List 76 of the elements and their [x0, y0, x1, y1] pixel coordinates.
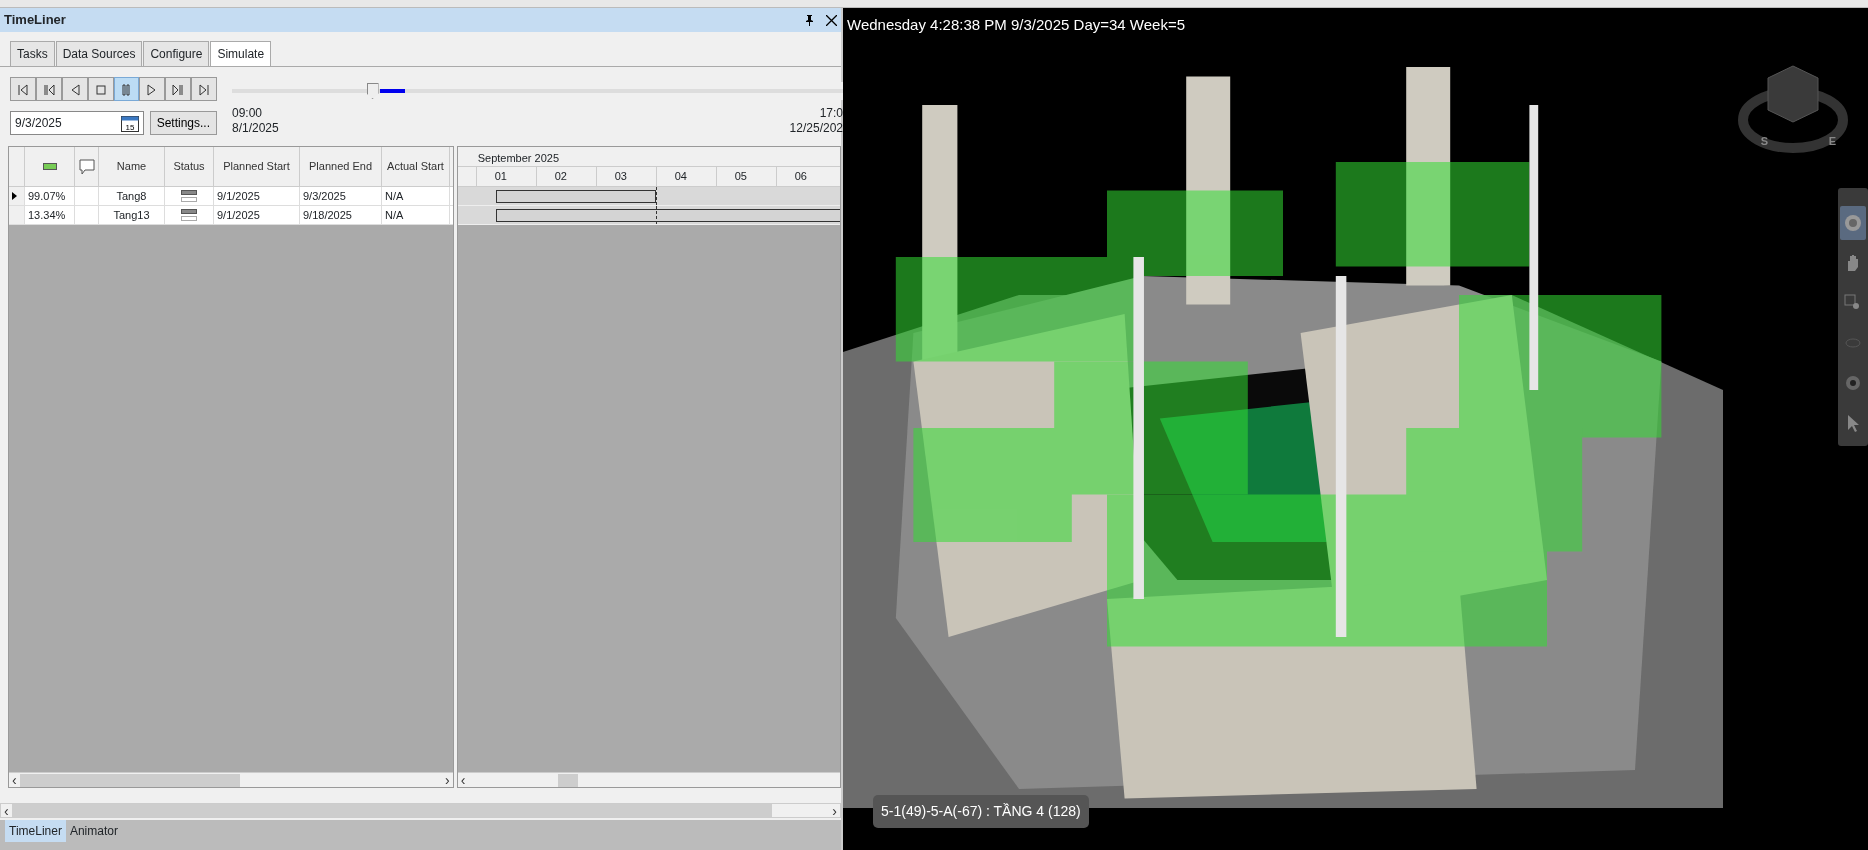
scroll-left-arrow[interactable]: ‹ [457, 773, 469, 787]
simulation-date-overlay: Wednesday 4:28:38 PM 9/3/2025 Day=34 Week=5 [847, 15, 1185, 35]
range-end-time: 17:0 [818, 106, 843, 121]
playback-button[interactable] [113, 77, 140, 101]
scrollbar-thumb[interactable] [19, 773, 240, 787]
progress-cell: 13.34% [25, 206, 75, 224]
skip-to-end-icon [197, 82, 212, 97]
compass-label: E [1828, 134, 1836, 149]
range-start-time: 09:00 [232, 106, 264, 121]
pin-icon[interactable] [805, 14, 814, 26]
column-header[interactable]: Name [99, 147, 165, 186]
eye-icon [1843, 373, 1863, 393]
table-cell: 9/18/2025 [300, 206, 382, 224]
range-end-date: 12/25/202 [789, 121, 843, 136]
scroll-right-arrow[interactable]: › [829, 803, 840, 818]
bottom-tab[interactable]: Animator [65, 820, 122, 842]
current-task-segment [379, 89, 405, 93]
panel-tab[interactable]: Simulate [210, 41, 272, 66]
table-cell: 9/1/2025 [214, 187, 300, 205]
column-header[interactable]: Actual Start [382, 147, 450, 186]
gantt-day-header: 05 [715, 167, 776, 186]
status-icon [181, 209, 197, 221]
stop-icon [93, 82, 108, 97]
steering-wheel-icon [1843, 213, 1863, 233]
playback-button[interactable] [87, 77, 114, 101]
table-cell: Tang13 [99, 206, 165, 224]
navigation-tool[interactable] [1840, 206, 1866, 240]
table-cell: Tang8 [99, 187, 165, 205]
compass-label: S [1760, 134, 1768, 149]
table-cell: N/A [382, 187, 450, 205]
gantt-day-header: 04 [655, 167, 716, 186]
progress-column-icon [42, 163, 57, 170]
gantt-month-header: September 2025 [457, 147, 840, 167]
gantt-day-header: 06 [775, 167, 836, 186]
panel-title: TimeLiner [4, 11, 66, 30]
calendar-icon[interactable]: 15 [120, 114, 139, 132]
settings-button[interactable]: Settings... [149, 111, 217, 135]
progress-cell: 99.07% [25, 187, 75, 205]
row-selector[interactable] [9, 187, 25, 205]
bottom-tab[interactable]: TimeLiner [5, 820, 66, 842]
table-cell: 9/1/2025 [214, 206, 300, 224]
step-forward-icon [171, 82, 186, 97]
status-icon [181, 190, 197, 202]
table-cell: N/A [382, 206, 450, 224]
skip-to-start-icon [15, 82, 30, 97]
slider-thumb[interactable] [366, 83, 379, 99]
column-header[interactable]: Status [165, 147, 214, 186]
scroll-right-arrow[interactable]: › [442, 773, 453, 787]
playback-button[interactable] [191, 77, 217, 101]
column-header[interactable]: Planned Start [214, 147, 300, 186]
gantt-day-header: 02 [535, 167, 596, 186]
scroll-left-arrow[interactable]: ‹ [9, 773, 20, 787]
3d-viewport[interactable]: Wednesday 4:28:38 PM 9/3/2025 Day=34 Week=5 S E 5-1(49)-5-A(-67) : TẦNG 4 (128) [843, 8, 1868, 850]
playback-button[interactable] [61, 77, 88, 101]
panel-tab[interactable]: Configure [143, 41, 210, 66]
gantt-day-header: 01 [475, 167, 536, 186]
scroll-left-arrow[interactable]: ‹ [1, 803, 12, 818]
table-cell: 9/3/2025 [300, 187, 382, 205]
scrollbar-thumb[interactable] [558, 773, 579, 787]
playback-button[interactable] [35, 77, 62, 101]
date-field[interactable]: 9/3/2025 15 [10, 111, 144, 135]
playback-button[interactable] [10, 77, 36, 101]
close-icon[interactable] [826, 14, 837, 26]
gantt-task-bar[interactable] [495, 190, 656, 203]
panel-tab[interactable]: Data Sources [55, 41, 143, 66]
panel-tab[interactable]: Tasks [10, 41, 55, 66]
object-tooltip: 5-1(49)-5-A(-67) : TẦNG 4 (128) [873, 795, 1089, 828]
step-back-icon [41, 82, 56, 97]
comment-icon [78, 158, 95, 175]
playback-button[interactable] [139, 77, 166, 101]
current-row-icon [12, 192, 17, 200]
scrollbar-thumb[interactable] [11, 804, 772, 817]
playback-button[interactable] [165, 77, 192, 101]
column-header[interactable]: Planned End [300, 147, 382, 186]
range-start-date: 8/1/2025 [232, 121, 279, 136]
gantt-day-header: 03 [595, 167, 656, 186]
